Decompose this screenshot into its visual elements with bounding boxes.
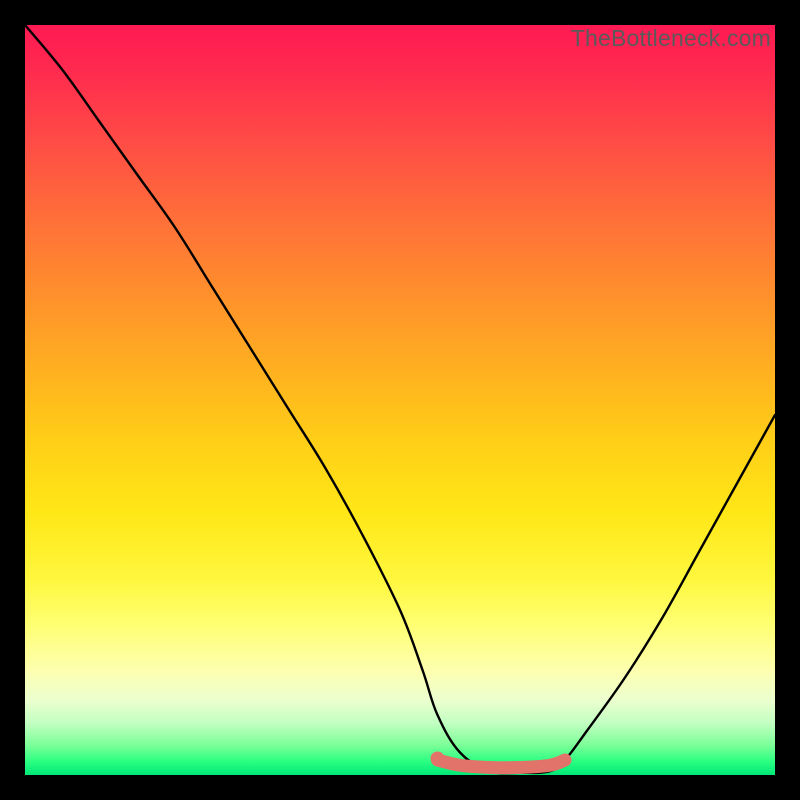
bottleneck-curve [25,25,775,773]
highlight-band [438,760,566,768]
watermark-text: TheBottleneck.com [571,25,771,52]
chart-frame: TheBottleneck.com [25,25,775,775]
chart-svg [25,25,775,775]
highlight-marker-dot [431,752,445,766]
